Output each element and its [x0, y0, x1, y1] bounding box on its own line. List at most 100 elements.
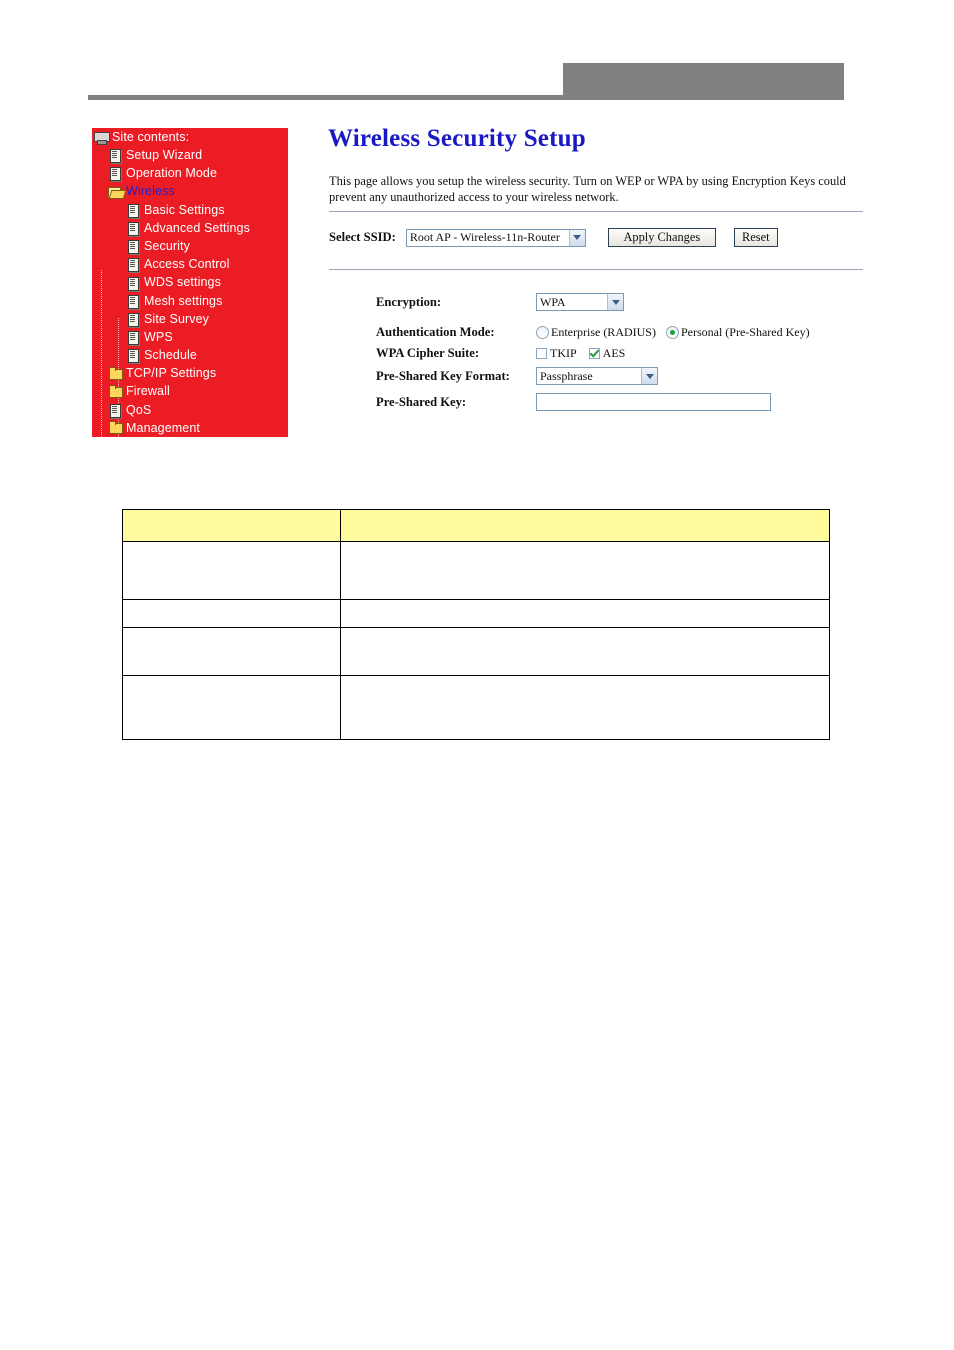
folder-open-icon	[108, 185, 123, 199]
wpa-cipher-suite-control: TKIP AES	[536, 346, 637, 361]
content-divider-top	[329, 211, 863, 212]
radio-personal-psk-label: Personal (Pre-Shared Key)	[680, 325, 810, 339]
sidebar-item-schedule[interactable]: Schedule	[92, 346, 288, 364]
page-icon	[126, 294, 141, 309]
psk-input[interactable]	[536, 393, 771, 411]
folder-icon	[108, 384, 123, 399]
sidebar-item-label: Wireless	[126, 184, 175, 199]
table-row	[122, 675, 830, 740]
page-icon	[108, 166, 123, 182]
radio-enterprise-radius-label: Enterprise (RADIUS)	[551, 325, 656, 339]
header-divider-rule	[88, 95, 844, 100]
page-header-band	[0, 0, 954, 110]
psk-format-select[interactable]: Passphrase	[536, 367, 658, 385]
page-icon	[126, 330, 141, 346]
sidebar-item-label: Site contents:	[112, 129, 190, 144]
page-title: Wireless Security Setup	[328, 125, 586, 152]
authentication-mode-row: Authentication Mode: Enterprise (RADIUS)…	[376, 325, 846, 340]
sidebar-item-tcp-ip-settings[interactable]: TCP/IP Settings	[92, 364, 288, 382]
sidebar-item-wps[interactable]: WPS	[92, 328, 288, 346]
radio-personal-psk[interactable]	[665, 326, 679, 339]
sidebar-item-label: QoS	[126, 402, 152, 417]
authentication-mode-label: Authentication Mode:	[376, 325, 495, 339]
sidebar-item-qos[interactable]: QoS	[92, 401, 288, 419]
sidebar-item-label: Mesh settings	[144, 293, 223, 308]
sidebar-item-mesh-settings[interactable]: Mesh settings	[92, 292, 288, 310]
sidebar-item-label: WDS settings	[144, 275, 221, 290]
table-header-cell-a	[122, 509, 341, 542]
parameter-description-table-body	[122, 509, 830, 740]
table-cell-a	[122, 627, 341, 676]
page-icon	[126, 239, 141, 255]
sidebar-item-firewall[interactable]: Firewall	[92, 383, 288, 401]
encryption-control: WPA	[536, 293, 624, 311]
sidebar-item-security[interactable]: Security	[92, 237, 288, 255]
sidebar-item-root[interactable]: Site contents:	[92, 128, 288, 146]
sidebar-item-label: TCP/IP Settings	[126, 366, 217, 381]
checkbox-tkip-label: TKIP	[550, 346, 577, 360]
page-icon	[126, 276, 141, 291]
apply-changes-button[interactable]: Apply Changes	[607, 228, 716, 247]
psk-format-row: Pre-Shared Key Format: Passphrase	[376, 367, 846, 385]
table-row	[122, 627, 830, 676]
computer-icon	[94, 130, 110, 146]
ssid-select-value: Root AP - Wireless-11n-Router	[409, 230, 560, 244]
wpa-cipher-suite-row: WPA Cipher Suite: TKIP AES	[376, 346, 846, 361]
chevron-down-icon	[607, 294, 623, 310]
table-cell-a	[122, 599, 341, 628]
sidebar-item-management[interactable]: Management	[92, 419, 288, 437]
page-icon	[126, 203, 141, 218]
sidebar-item-basic-settings[interactable]: Basic Settings	[92, 201, 288, 219]
encryption-select[interactable]: WPA	[536, 293, 624, 311]
checkbox-tkip[interactable]	[536, 348, 547, 359]
select-ssid-row: Select SSID: Root AP - Wireless-11n-Rout…	[329, 228, 778, 247]
sidebar-item-label: Site Survey	[144, 311, 210, 326]
sidebar-item-label: WPS	[144, 329, 173, 344]
table-cell-b	[340, 541, 830, 600]
psk-format-control: Passphrase	[536, 367, 658, 385]
sidebar-item-label: Firewall	[126, 384, 170, 399]
content-divider-bottom	[329, 269, 863, 270]
main-content-panel: Wireless Security Setup This page allows…	[288, 118, 864, 437]
psk-row: Pre-Shared Key:	[376, 393, 846, 411]
psk-format-label: Pre-Shared Key Format:	[376, 368, 510, 383]
radio-enterprise-radius[interactable]	[536, 326, 549, 339]
table-cell-b	[340, 675, 830, 740]
parameter-description-table	[122, 509, 830, 740]
table-header-cell-b	[340, 509, 830, 542]
page-icon	[108, 403, 123, 418]
encryption-label: Encryption:	[376, 294, 442, 309]
sidebar-item-wds-settings[interactable]: WDS settings	[92, 274, 288, 292]
sidebar-item-label: Security	[144, 238, 190, 253]
table-row	[122, 541, 830, 600]
chevron-down-icon	[641, 368, 657, 384]
sidebar-navigation[interactable]: Site contents: Setup Wizard Operation Mode…	[92, 128, 288, 437]
select-ssid-label: Select SSID:	[329, 230, 396, 244]
sidebar-item-operation-mode[interactable]: Operation Mode	[92, 164, 288, 182]
table-cell-a	[122, 675, 341, 740]
sidebar-item-wireless[interactable]: Wireless	[92, 183, 288, 201]
encryption-select-value: WPA	[540, 294, 566, 309]
psk-label: Pre-Shared Key:	[376, 394, 467, 409]
sidebar-item-label: Schedule	[144, 348, 197, 363]
table-header-row	[122, 509, 830, 542]
reset-button[interactable]: Reset	[733, 228, 778, 247]
psk-control	[536, 393, 771, 411]
sidebar-item-access-control[interactable]: Access Control	[92, 255, 288, 273]
checkbox-aes-label: AES	[602, 346, 626, 360]
checkbox-aes[interactable]	[588, 348, 600, 359]
sidebar-tree-rows[interactable]: Site contents: Setup Wizard Operation Mode…	[92, 128, 288, 437]
sidebar-item-site-survey[interactable]: Site Survey	[92, 310, 288, 328]
sidebar-item-label: Access Control	[144, 257, 230, 272]
page-icon	[126, 257, 141, 273]
folder-icon	[108, 421, 123, 435]
sidebar-item-label: Management	[126, 420, 200, 435]
page-icon	[108, 148, 123, 164]
page-icon	[126, 348, 141, 364]
sidebar-item-label: Advanced Settings	[144, 220, 250, 235]
chevron-down-icon	[568, 229, 585, 246]
sidebar-item-setup-wizard[interactable]: Setup Wizard	[92, 146, 288, 164]
sidebar-item-advanced-settings[interactable]: Advanced Settings	[92, 219, 288, 237]
ssid-select[interactable]: Root AP - Wireless-11n-Router	[405, 228, 586, 247]
table-row	[122, 599, 830, 628]
